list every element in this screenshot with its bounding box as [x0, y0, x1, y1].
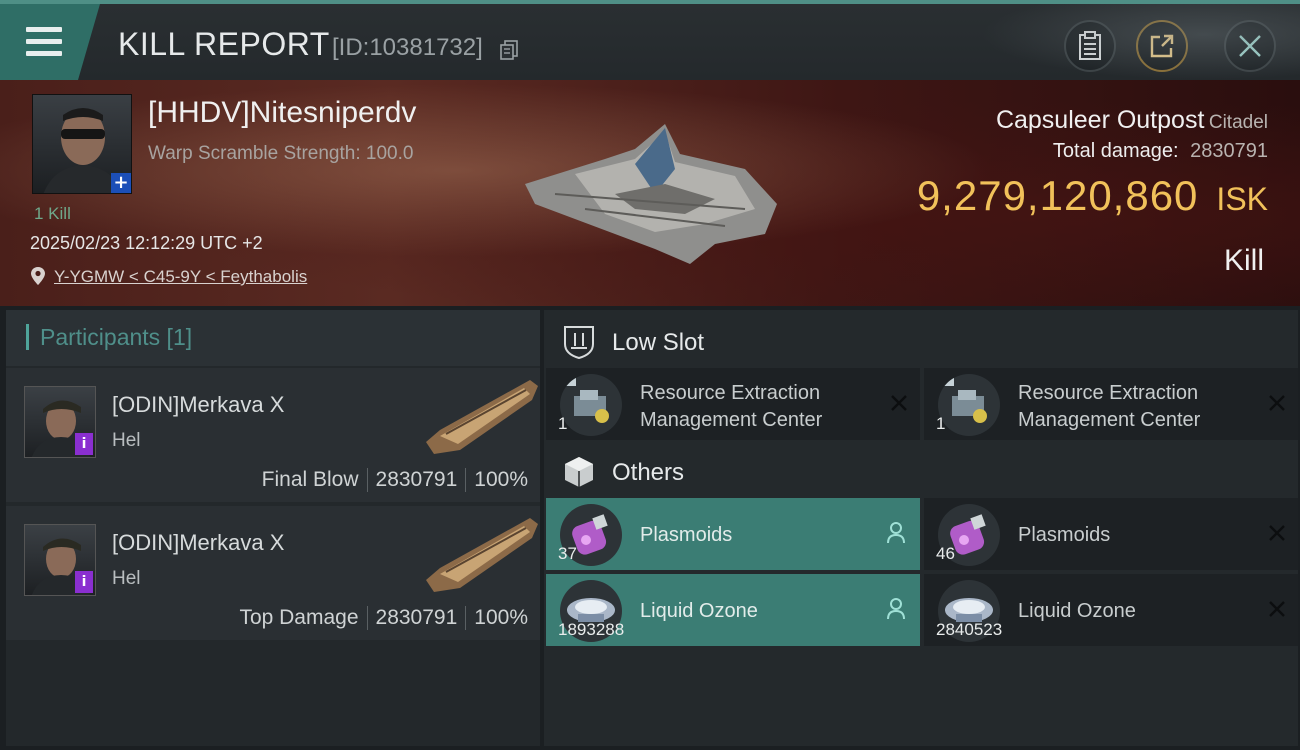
participant-row[interactable]: i [ODIN]Merkava X Hel Top Damage 2830791 1…	[6, 506, 540, 640]
participant-stats: Top Damage 2830791 100%	[239, 606, 528, 631]
cargo-item[interactable]: 46 Plasmoids	[924, 498, 1298, 570]
kill-datetime: 2025/02/23 12:12:29 UTC +2	[30, 233, 263, 253]
cargo-item[interactable]: 37 Plasmoids	[546, 498, 920, 570]
clipboard-button[interactable]	[1064, 20, 1116, 72]
destroyed-icon	[1269, 601, 1285, 617]
participants-label: Participants [1]	[40, 324, 193, 350]
participants-panel: Participants [1] i [ODIN]Merkava X Hel F…	[6, 310, 540, 746]
rank-badge-icon: i	[75, 433, 93, 455]
total-damage: Total damage: 2830791	[1053, 140, 1268, 163]
location-pin-icon	[31, 267, 45, 285]
rank-badge-icon: i	[75, 571, 93, 593]
item-quantity: 2840523	[936, 620, 1003, 639]
module-icon	[938, 374, 1000, 436]
stats-divider	[366, 468, 368, 493]
participant-percent: 100%	[474, 468, 528, 491]
destroyed-icon	[1269, 525, 1285, 541]
stats-divider	[366, 606, 368, 631]
module-icon	[560, 374, 622, 436]
close-icon	[1239, 35, 1261, 57]
total-damage-value: 2830791	[1190, 140, 1268, 162]
item-quantity: 46	[936, 544, 955, 563]
participant-percent: 100%	[474, 606, 528, 629]
participant-role: Top Damage	[239, 606, 359, 629]
item-name: Liquid Ozone	[640, 600, 758, 622]
item-name: Plasmoids	[1018, 524, 1111, 546]
item-name-line1: Resource Extraction	[640, 382, 821, 404]
dropped-person-icon	[887, 598, 905, 620]
victim-ship-class: Citadel	[1208, 112, 1268, 133]
participant-damage: 2830791	[375, 606, 458, 629]
participant-row[interactable]: i [ODIN]Merkava X Hel Final Blow 2830791 1…	[6, 368, 540, 502]
participant-name[interactable]: [ODIN]Merkava X	[112, 392, 284, 418]
share-icon	[1150, 34, 1174, 58]
close-button[interactable]	[1224, 20, 1276, 72]
victim-pilot-name[interactable]: [HHDV]Nitesniperdv	[148, 96, 416, 130]
kill-count: 1 Kill	[34, 204, 71, 223]
victim-ship-info: Capsuleer Outpost Citadel	[996, 106, 1268, 135]
item-name: Plasmoids	[640, 524, 733, 546]
participant-ship: Hel	[112, 430, 141, 451]
victim-ship-image	[525, 124, 777, 264]
kill-location-link[interactable]: Y-YGMW < C45-9Y < Feythabolis	[54, 267, 307, 287]
participant-damage: 2830791	[375, 468, 458, 491]
report-result: Kill	[1223, 244, 1264, 277]
isk-amount: 9,279,120,860	[916, 172, 1199, 219]
others-header: Others	[544, 444, 1298, 500]
destroyed-icon	[891, 395, 907, 411]
cargo-box-icon	[565, 457, 593, 487]
item-quantity: 37	[558, 544, 577, 563]
participant-portrait[interactable]: i	[24, 524, 96, 596]
cargo-item[interactable]: 2840523 Liquid Ozone	[924, 574, 1298, 646]
participant-ship: Hel	[112, 568, 141, 589]
item-quantity: 1893288	[558, 620, 625, 639]
add-contact-icon[interactable]: +	[111, 173, 131, 193]
menu-button[interactable]	[0, 4, 100, 80]
others-label: Others	[612, 459, 685, 486]
item-quantity: 1	[558, 414, 568, 433]
item-quantity: 1	[936, 414, 946, 433]
tab-accent	[26, 324, 29, 350]
participant-name[interactable]: [ODIN]Merkava X	[112, 530, 284, 556]
low-slot-item[interactable]: 1 Resource Extraction Management Center	[924, 368, 1298, 440]
item-name-line2: Management Center	[640, 409, 823, 431]
total-damage-label: Total damage:	[1052, 140, 1179, 162]
item-name-line2: Management Center	[1018, 409, 1201, 431]
top-bar: KILL REPORT [ID:10381732]	[0, 0, 1300, 80]
isk-value: 9,279,120,860 ISK	[917, 172, 1268, 220]
items-panel: Low Slot 1 Resource Extraction Management…	[544, 310, 1298, 746]
victim-banner: + [HHDV]Nitesniperdv Warp Scramble Stren…	[0, 80, 1300, 306]
participant-ship-image	[426, 380, 538, 454]
low-slot-header: Low Slot	[544, 314, 1298, 370]
clipboard-icon	[1079, 31, 1101, 60]
destroyed-icon	[1269, 395, 1285, 411]
item-name: Liquid Ozone	[1018, 600, 1136, 622]
victim-avatar[interactable]: +	[32, 94, 132, 194]
participant-stats: Final Blow 2830791 100%	[261, 468, 528, 493]
participants-tab[interactable]: Participants [1]	[6, 310, 540, 366]
low-slot-label: Low Slot	[612, 329, 705, 356]
stats-divider	[465, 468, 467, 493]
hamburger-icon	[26, 27, 62, 57]
low-slot-item[interactable]: 1 Resource Extraction Management Center	[546, 368, 920, 440]
cargo-item[interactable]: 1893288 Liquid Ozone	[546, 574, 920, 646]
copy-icon[interactable]	[500, 40, 518, 60]
share-button[interactable]	[1136, 20, 1188, 72]
item-name: Resource Extraction Management Center	[640, 380, 880, 434]
victim-ship-name[interactable]: Capsuleer Outpost	[996, 106, 1204, 134]
low-slot-icon	[564, 326, 594, 360]
dropped-person-icon	[887, 522, 905, 544]
item-name-line1: Resource Extraction	[1018, 382, 1199, 404]
participant-ship-image	[426, 518, 538, 592]
item-name: Resource Extraction Management Center	[1018, 380, 1258, 434]
participant-portrait[interactable]: i	[24, 386, 96, 458]
page-title: KILL REPORT	[118, 26, 330, 62]
isk-unit: ISK	[1216, 181, 1268, 217]
stats-divider	[465, 606, 467, 631]
report-id: [ID:10381732]	[332, 34, 483, 61]
warp-scramble-strength: Warp Scramble Strength: 100.0	[148, 143, 414, 164]
participant-role: Final Blow	[261, 468, 359, 491]
